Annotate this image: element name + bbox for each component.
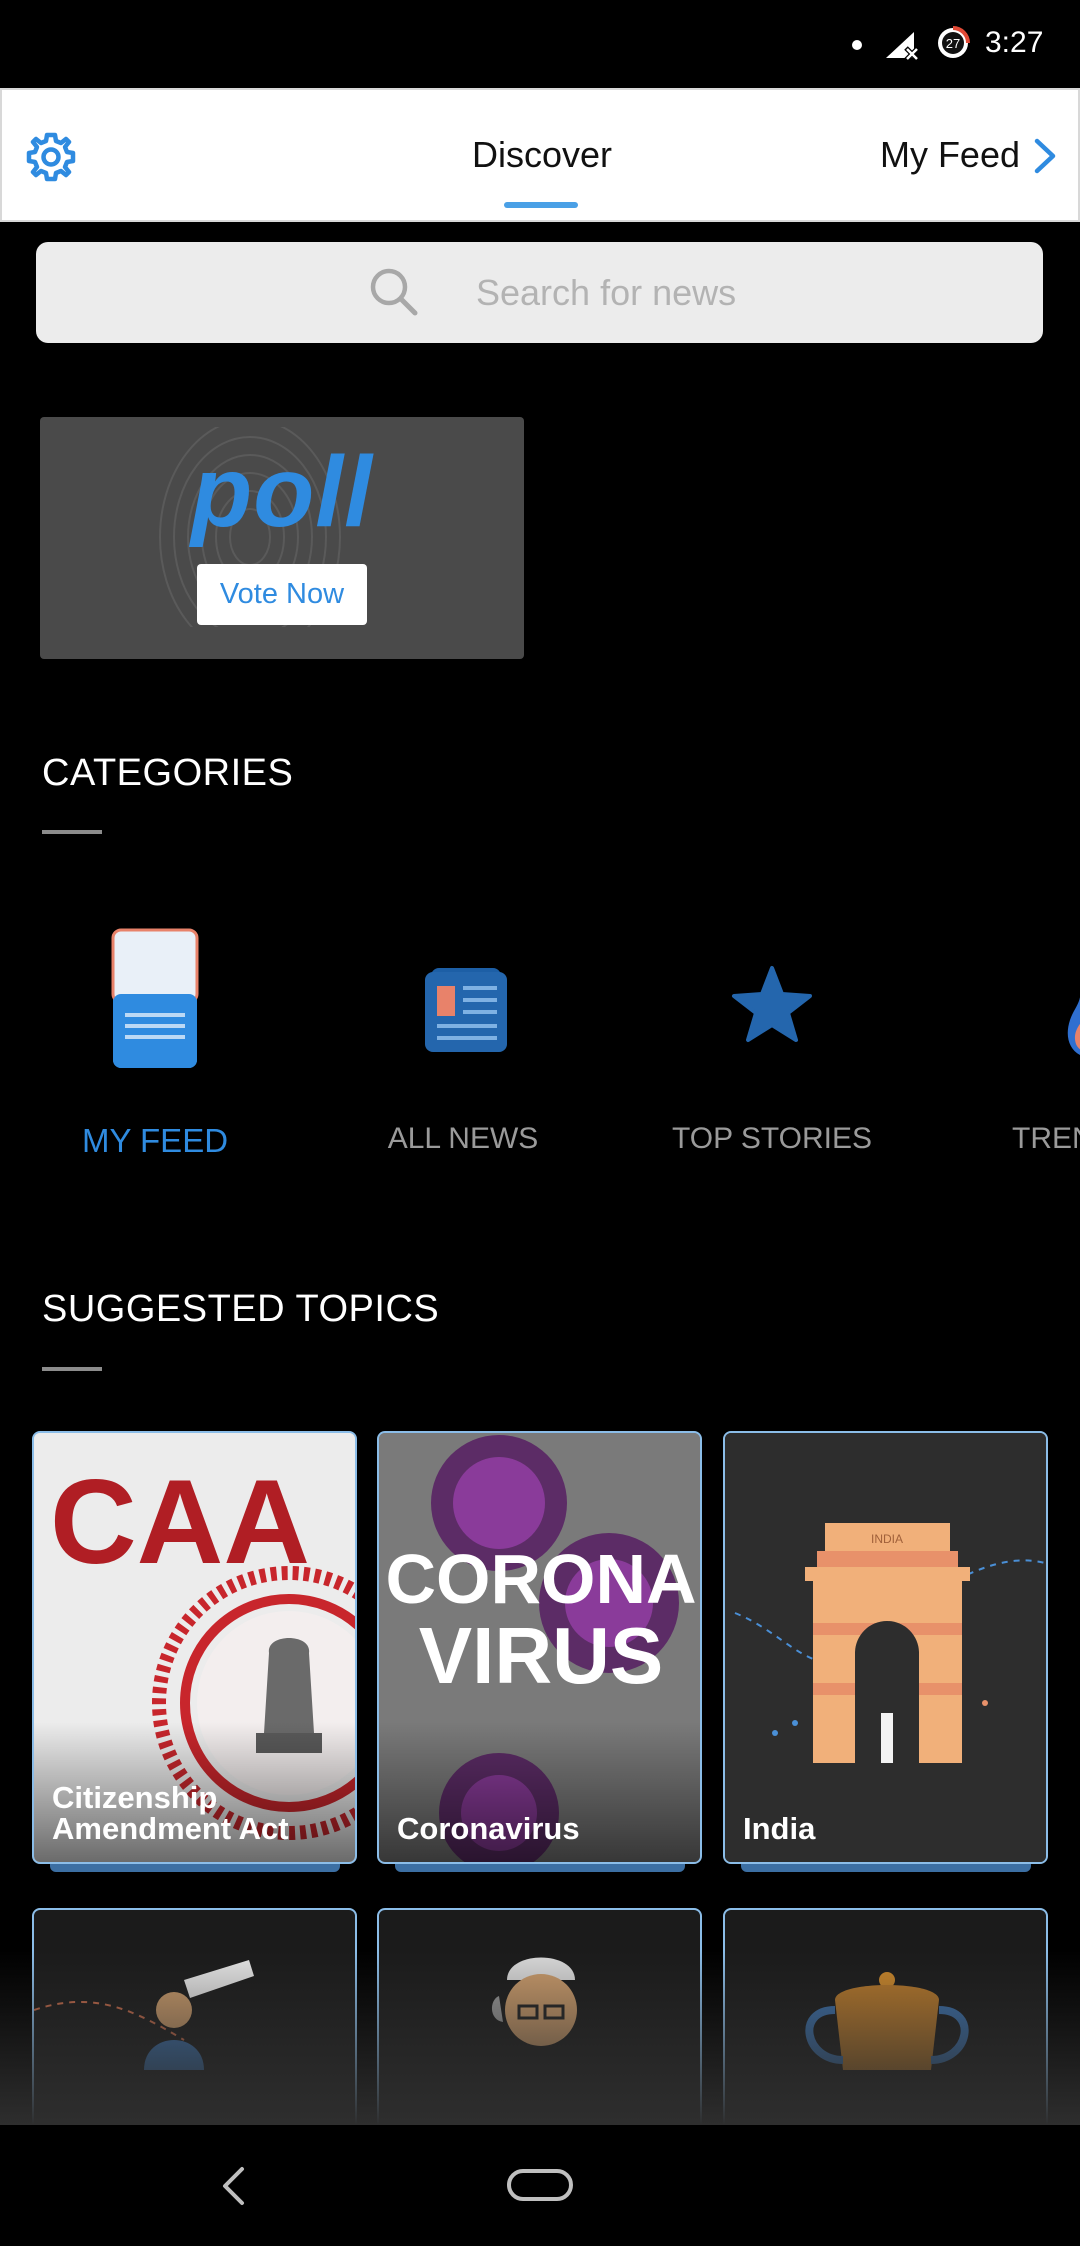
- topic-label: India: [743, 1811, 816, 1846]
- suggested-topics-divider: [42, 1367, 102, 1371]
- category-label: MY FEED: [81, 1122, 229, 1159]
- search-input[interactable]: Search for news: [36, 242, 1043, 343]
- scroll-fade: [0, 1950, 1080, 2125]
- back-icon[interactable]: [218, 2165, 248, 2207]
- clock: 3:27: [985, 26, 1044, 59]
- app-screen: 27 3:27 Discover My Feed Search for news: [0, 0, 1080, 2246]
- india-gate-artwork: INDIA: [725, 1433, 1046, 1862]
- search-icon: [370, 268, 418, 316]
- flame-icon: [1067, 990, 1080, 1055]
- system-nav-bar: [0, 2125, 1080, 2246]
- category-label: TREN: [1012, 1122, 1080, 1155]
- category-label: ALL NEWS: [387, 1122, 539, 1155]
- topic-label-line1: Citizenship: [52, 1780, 218, 1815]
- category-label: TOP STORIES: [671, 1122, 873, 1155]
- category-my-feed[interactable]: MY FEED: [25, 900, 285, 1170]
- topic-label: Citizenship Amendment Act: [52, 1782, 289, 1844]
- badge-count: 27: [946, 36, 960, 51]
- india-gate-inscription: INDIA: [871, 1532, 903, 1546]
- newspaper-icon: [425, 968, 507, 1052]
- topic-label: Coronavirus: [397, 1811, 580, 1846]
- topic-card-underline: [741, 1864, 1031, 1872]
- topic-label-line2: Amendment Act: [52, 1811, 289, 1846]
- category-all-news[interactable]: ALL NEWS: [333, 900, 593, 1170]
- topic-card-caa[interactable]: CAA Citizenship Amendment Act: [32, 1431, 357, 1864]
- my-feed-icon: [111, 928, 199, 1068]
- notification-dot-icon: [852, 40, 862, 50]
- poll-card[interactable]: poll Vote Now: [40, 417, 524, 659]
- star-icon: [732, 966, 812, 1042]
- category-top-stories[interactable]: TOP STORIES: [642, 900, 902, 1170]
- suggested-topics-heading: SUGGESTED TOPICS: [42, 1288, 440, 1330]
- category-trending[interactable]: TREN: [950, 900, 1080, 1170]
- active-tab-indicator: [504, 202, 578, 208]
- top-app-bar: Discover My Feed: [0, 88, 1080, 222]
- coronavirus-art-line2: VIRUS: [419, 1611, 664, 1700]
- signal-off-icon: [886, 32, 920, 60]
- categories-divider: [42, 830, 102, 834]
- home-icon[interactable]: [507, 2169, 573, 2201]
- search-placeholder: Search for news: [476, 272, 737, 313]
- poll-heading: poll: [191, 436, 373, 548]
- topic-card-india[interactable]: INDIA India: [723, 1431, 1048, 1864]
- topic-card-underline: [50, 1864, 340, 1872]
- topic-card-coronavirus[interactable]: CORONA VIRUS Coronavirus: [377, 1431, 702, 1864]
- categories-heading: CATEGORIES: [42, 752, 294, 794]
- coronavirus-art-line1: CORONA: [385, 1540, 696, 1618]
- my-feed-link[interactable]: My Feed: [880, 134, 1020, 176]
- chevron-right-icon[interactable]: [1032, 138, 1058, 174]
- topic-card-underline: [395, 1864, 685, 1872]
- status-bar: 27 3:27: [0, 0, 1080, 88]
- data-saver-icon: 27: [938, 26, 970, 58]
- vote-now-button[interactable]: Vote Now: [197, 564, 367, 625]
